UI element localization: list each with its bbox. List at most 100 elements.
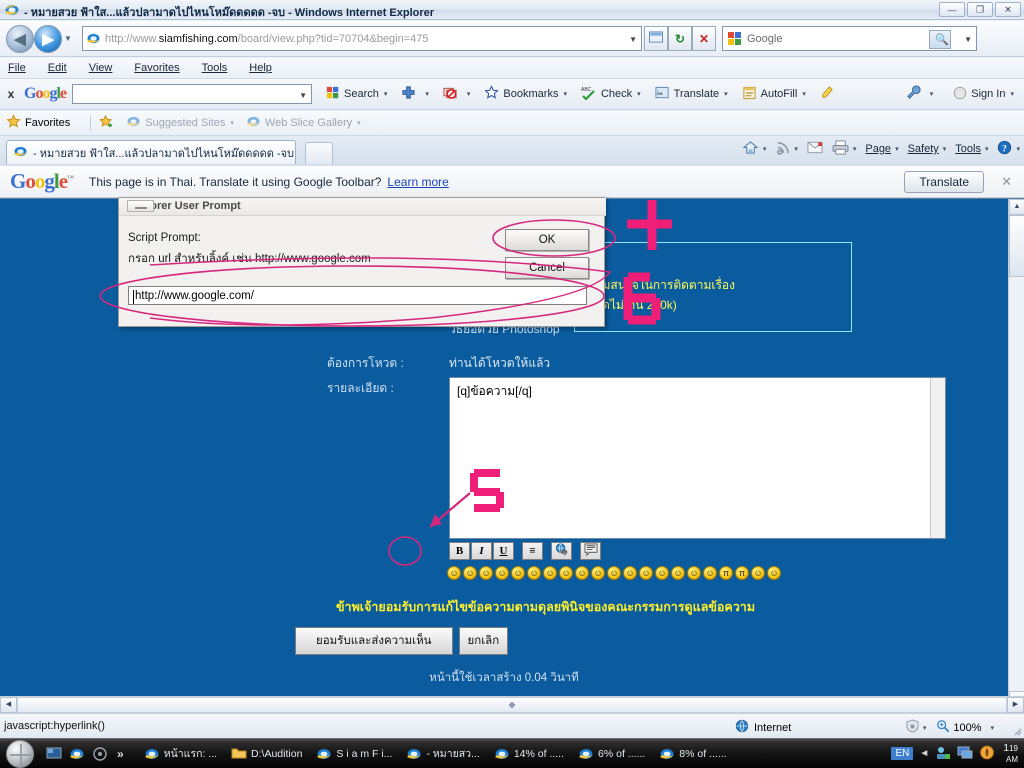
emoticon-button[interactable]: ☺ <box>575 566 589 580</box>
tools-menu-button[interactable]: Tools ▾ <box>955 143 988 155</box>
chevron-down-icon[interactable]: ▾ <box>563 90 567 98</box>
google-plus-button[interactable]: ▾ <box>401 85 429 103</box>
chevron-down-icon[interactable]: ▾ <box>930 90 934 98</box>
dialog-ok-button[interactable]: OK <box>505 229 589 251</box>
scroll-left-button[interactable]: ◀ <box>0 697 17 713</box>
media-icon[interactable] <box>92 746 108 762</box>
spellcheck-button[interactable]: ABC Check ▾ <box>581 85 641 103</box>
suggested-sites-button[interactable]: Suggested Sites ▾ <box>126 114 234 132</box>
web-slice-gallery-button[interactable]: Web Slice Gallery ▾ <box>246 114 361 132</box>
emoticon-button[interactable]: ☺ <box>623 566 637 580</box>
submit-button[interactable]: ยอมรับและส่งความเห็น <box>295 627 453 655</box>
start-button[interactable] <box>6 739 34 768</box>
shield-icon[interactable] <box>979 745 995 763</box>
compatibility-view-button[interactable] <box>644 26 668 51</box>
chevron-down-icon[interactable]: ▾ <box>724 90 728 98</box>
google-search-input[interactable]: ▼ <box>72 84 313 104</box>
sign-in-button[interactable]: Sign In ▾ <box>953 86 1014 103</box>
menu-item-file[interactable]: File <box>8 62 26 74</box>
chevron-down-icon[interactable]: ▾ <box>230 119 234 127</box>
learn-more-link[interactable]: Learn more <box>387 175 448 189</box>
page-menu-button[interactable]: Page ▾ <box>865 143 898 155</box>
page-horizontal-scrollbar[interactable]: ◀ ▶ <box>0 696 1024 713</box>
menu-item-view[interactable]: View <box>89 62 113 74</box>
taskbar-item[interactable]: 6% of ...... <box>572 742 651 766</box>
chevron-down-icon[interactable]: ▾ <box>384 90 388 98</box>
toolbar-close-button[interactable]: x <box>0 87 22 101</box>
address-input[interactable]: http://www.siamfishing.com/board/view.ph… <box>82 26 642 51</box>
resize-grip[interactable] <box>1010 724 1022 736</box>
emoticon-button[interactable]: ☺ <box>559 566 573 580</box>
stop-button[interactable]: ✕ <box>692 26 716 51</box>
print-button[interactable]: ▾ <box>832 140 857 158</box>
taskbar-item[interactable]: หน้าแรก: ... <box>138 742 223 766</box>
cancel-button[interactable]: ยกเลิก <box>458 627 509 655</box>
show-desktop-icon[interactable] <box>46 746 62 762</box>
link-button[interactable] <box>551 542 572 560</box>
scroll-right-button[interactable]: ▶ <box>1007 697 1024 713</box>
chevron-down-icon[interactable]: ▾ <box>467 90 471 98</box>
chevron-down-icon[interactable]: ▾ <box>1016 145 1020 153</box>
chevron-down-icon[interactable]: ▾ <box>637 90 641 98</box>
tray-expand-icon[interactable]: ◄ <box>919 748 929 759</box>
hscroll-track[interactable] <box>17 697 1007 713</box>
mail-button[interactable] <box>807 141 823 157</box>
emoticon-button[interactable]: ☺ <box>687 566 701 580</box>
emoticon-button[interactable]: ☺ <box>639 566 653 580</box>
hscroll-thumb[interactable] <box>18 698 1006 712</box>
chevron-down-icon[interactable]: ▾ <box>990 724 994 732</box>
display-icon[interactable] <box>957 745 973 763</box>
italic-button[interactable]: I <box>471 542 492 560</box>
tab-active[interactable]: - หมายสวย ฟ้าใส...แล้วปลามาดไปไหนโหม๊ดดด… <box>6 140 296 164</box>
emoticon-button[interactable]: ☺ <box>751 566 765 580</box>
clock[interactable]: 119 AM <box>1003 743 1018 764</box>
taskbar-item[interactable]: 8% of ...... <box>653 742 732 766</box>
ie-icon[interactable] <box>69 746 85 762</box>
add-favorite-button[interactable] <box>99 114 114 132</box>
refresh-button[interactable]: ↻ <box>668 26 692 51</box>
back-button[interactable]: ◀ <box>6 25 34 53</box>
chevron-down-icon[interactable]: ▾ <box>1010 90 1014 98</box>
quote-button[interactable] <box>580 542 601 560</box>
chevron-down-icon[interactable]: ▾ <box>853 145 857 153</box>
menu-item-tools[interactable]: Tools <box>202 62 228 74</box>
safety-menu-button[interactable]: Safety ▾ <box>908 143 947 155</box>
emoticon-button[interactable]: π <box>719 566 733 580</box>
recent-pages-dropdown[interactable]: ▼ <box>64 34 72 43</box>
language-indicator[interactable]: EN <box>891 747 914 760</box>
emoticon-button[interactable]: ☺ <box>495 566 509 580</box>
chevron-down-icon[interactable]: ▾ <box>425 90 429 98</box>
favorites-button[interactable]: Favorites <box>6 114 70 132</box>
emoticon-button[interactable]: ☺ <box>511 566 525 580</box>
underline-button[interactable]: U <box>493 542 514 560</box>
forward-button[interactable]: ▶ <box>34 25 62 53</box>
align-button[interactable]: ≡ <box>522 542 543 560</box>
emoticon-button[interactable]: ☺ <box>655 566 669 580</box>
emoticon-button[interactable]: ☺ <box>591 566 605 580</box>
close-icon[interactable]: ✕ <box>1001 174 1012 190</box>
search-provider-dropdown[interactable]: ▼ <box>964 35 972 44</box>
bold-button[interactable]: B <box>449 542 470 560</box>
emoticon-button[interactable]: ☺ <box>543 566 557 580</box>
emoticon-button[interactable]: ☺ <box>463 566 477 580</box>
toolbar-settings-button[interactable]: ▾ <box>906 85 934 103</box>
chevron-down-icon[interactable]: ▾ <box>763 145 767 153</box>
address-dropdown-icon[interactable]: ▼ <box>629 35 637 44</box>
menu-item-edit[interactable]: Edit <box>48 62 67 74</box>
help-menu-button[interactable]: ? ▾ <box>997 140 1020 158</box>
chevron-down-icon[interactable]: ▾ <box>923 724 927 732</box>
taskbar-item[interactable]: 14% of ..... <box>488 742 570 766</box>
dialog-cancel-button[interactable]: Cancel <box>505 257 589 279</box>
taskbar-item[interactable]: D:\Audition <box>225 742 308 766</box>
emoticon-button[interactable]: ☺ <box>767 566 781 580</box>
translate-button[interactable]: Translate <box>904 171 984 193</box>
menu-item-help[interactable]: Help <box>249 62 272 74</box>
dialog-minimize-button[interactable] <box>127 200 154 212</box>
bookmarks-button[interactable]: Bookmarks ▾ <box>484 85 567 103</box>
zoom-control[interactable]: ▾ 100% ▾ <box>905 719 994 736</box>
close-button[interactable]: ✕ <box>995 2 1021 17</box>
scroll-up-button[interactable]: ▲ <box>1009 199 1024 215</box>
translate-button[interactable]: àa Translate ▾ <box>655 86 728 103</box>
network-icon[interactable] <box>935 745 951 763</box>
quick-launch-more-button[interactable]: » <box>117 747 124 761</box>
